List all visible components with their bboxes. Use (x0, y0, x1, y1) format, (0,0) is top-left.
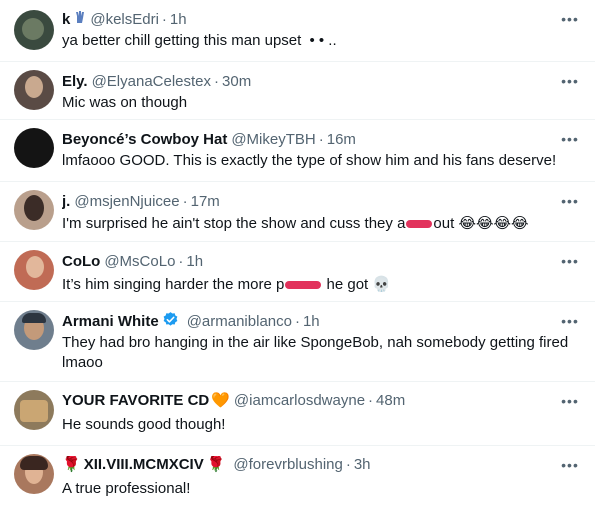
rose-emoji-icon: 🌹 (206, 456, 226, 473)
separator-dot: · (182, 193, 188, 210)
display-name[interactable]: k (62, 11, 70, 29)
verified-badge-icon (162, 311, 179, 333)
more-options-icon[interactable]: ••• (561, 12, 579, 32)
reply-text-after: he got (326, 276, 369, 293)
user-handle[interactable]: @armaniblanco (187, 313, 292, 331)
more-options-icon[interactable]: ••• (561, 74, 579, 94)
redaction-mark (406, 220, 433, 229)
reply-text: They had bro hanging in the air like Spo… (62, 334, 569, 371)
reply-text-after: out (433, 215, 455, 232)
display-name[interactable]: XII.VIII.MCMXCIV (84, 456, 204, 474)
timestamp[interactable]: 17m (191, 193, 220, 211)
avatar[interactable] (14, 70, 54, 110)
separator-dot: · (294, 313, 300, 330)
more-options-icon[interactable]: ••• (561, 458, 579, 478)
reply-item[interactable]: YOUR FAVORITE CD 🧡 @iamcarlosdwayne · 48… (0, 382, 595, 446)
timestamp[interactable]: 1h (303, 313, 320, 331)
reply-text: I'm surprised he ain't stop the show and… (62, 214, 581, 234)
reply-header: Beyoncé’s Cowboy Hat @MikeyTBH · 16m (62, 131, 555, 149)
more-options-icon[interactable]: ••• (561, 394, 579, 414)
display-name[interactable]: Ely. (62, 73, 88, 91)
reply-header: 🌹 XII.VIII.MCMXCIV 🌹 @forevrblushing · 3… (62, 456, 555, 474)
reply-item[interactable]: Beyoncé’s Cowboy Hat @MikeyTBH · 16m lmf… (0, 120, 595, 182)
separator-dot: · (345, 456, 351, 473)
avatar[interactable] (14, 454, 54, 494)
reply-text-before: I'm surprised he ain't stop the show and… (62, 215, 406, 232)
user-handle[interactable]: @ElyanaCelestex (92, 73, 211, 91)
rose-emoji-icon: 🌹 (62, 456, 81, 473)
avatar[interactable] (14, 190, 54, 230)
user-handle[interactable]: @MikeyTBH (231, 131, 315, 149)
avatar[interactable] (14, 128, 54, 168)
laughing-emoji-icon: 😂😂😂😂 (458, 215, 529, 232)
more-options-icon[interactable]: ••• (561, 194, 579, 214)
user-handle[interactable]: @msjenNjuicee (74, 193, 179, 211)
reply-header: j. @msjenNjuicee · 17m (62, 193, 555, 211)
orange-heart-emoji-icon: 🧡 (211, 392, 230, 409)
timestamp[interactable]: 30m (222, 73, 251, 91)
user-handle[interactable]: @kelsEdri (90, 11, 159, 29)
reply-header: Ely. @ElyanaCelestex · 30m (62, 73, 555, 91)
separator-dot: · (368, 392, 374, 409)
reply-text: It’s him singing harder the more p he go… (62, 275, 581, 295)
reply-header: CoLo @MsCoLo · 1h (62, 253, 555, 271)
avatar[interactable] (14, 390, 54, 430)
timestamp[interactable]: 1h (170, 11, 187, 29)
redaction-mark (285, 281, 322, 290)
reply-text: Mic was on though (62, 94, 188, 111)
timestamp[interactable]: 3h (354, 456, 371, 474)
reply-item[interactable]: k @kelsEdri · 1h ya better chill getting… (0, 0, 595, 62)
hand-emoji-icon (74, 10, 86, 29)
reply-text: lmfaooo GOOD. This is exactly the type o… (62, 152, 557, 169)
user-handle[interactable]: @iamcarlosdwayne (234, 392, 365, 410)
reply-text-before: It’s him singing harder the more p (62, 276, 285, 293)
reply-text: He sounds good though! (62, 416, 226, 433)
timestamp[interactable]: 16m (327, 131, 356, 149)
display-name[interactable]: CoLo (62, 253, 100, 271)
reply-item[interactable]: Armani White @armaniblanco · 1h They had… (0, 302, 595, 382)
reply-header: k @kelsEdri · 1h (62, 10, 555, 29)
display-name[interactable]: Beyoncé’s Cowboy Hat (62, 131, 227, 149)
avatar[interactable] (14, 250, 54, 290)
display-name[interactable]: j. (62, 193, 70, 211)
separator-dot: · (318, 131, 324, 148)
display-name[interactable]: Armani White (62, 313, 159, 331)
more-options-icon[interactable]: ••• (561, 132, 579, 152)
skull-emoji-icon: 💀 (372, 276, 392, 293)
timestamp[interactable]: 48m (376, 392, 405, 410)
reply-item[interactable]: 🌹 XII.VIII.MCMXCIV 🌹 @forevrblushing · 3… (0, 446, 595, 523)
reply-item[interactable]: CoLo @MsCoLo · 1h It’s him singing harde… (0, 242, 595, 302)
separator-dot: · (161, 10, 167, 28)
more-options-icon[interactable]: ••• (561, 314, 579, 334)
display-name[interactable]: YOUR FAVORITE CD (62, 392, 209, 410)
user-handle[interactable]: @MsCoLo (104, 253, 175, 271)
separator-dot: · (214, 73, 220, 90)
user-handle[interactable]: @forevrblushing (233, 456, 342, 474)
timestamp[interactable]: 1h (186, 253, 203, 271)
reply-text: A true professional! (62, 480, 191, 497)
reply-header: YOUR FAVORITE CD 🧡 @iamcarlosdwayne · 48… (62, 392, 555, 410)
reply-text-suffix: • • .. (309, 32, 337, 49)
reply-text-main: ya better chill getting this man upset (62, 32, 302, 49)
reply-text: ya better chill getting this man upset •… (62, 31, 581, 51)
separator-dot: · (178, 253, 184, 270)
avatar[interactable] (14, 310, 54, 350)
reply-header: Armani White @armaniblanco · 1h (62, 311, 555, 333)
avatar[interactable] (14, 10, 54, 50)
reply-item[interactable]: Ely. @ElyanaCelestex · 30m Mic was on th… (0, 62, 595, 120)
reply-item[interactable]: j. @msjenNjuicee · 17m I'm surprised he … (0, 182, 595, 242)
more-options-icon[interactable]: ••• (561, 254, 579, 274)
